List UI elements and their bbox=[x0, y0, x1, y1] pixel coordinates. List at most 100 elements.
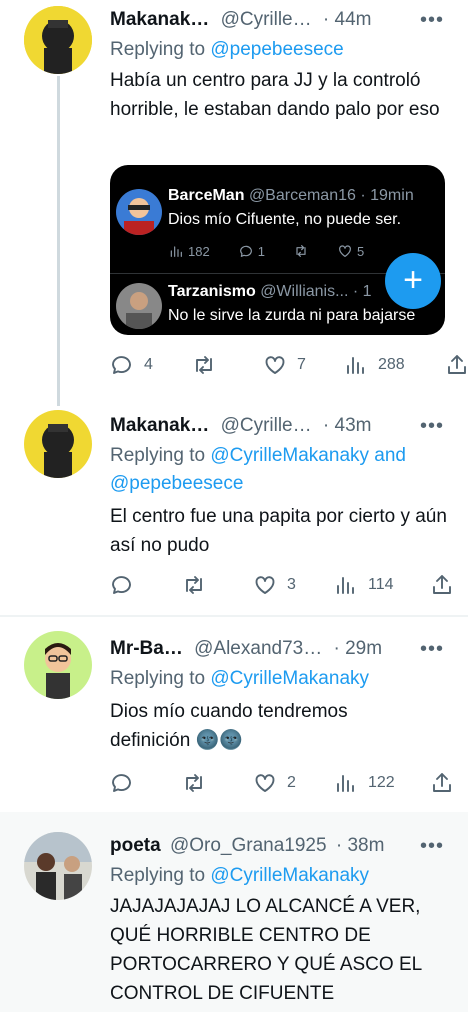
mention-link[interactable]: @CyrilleMakanaky bbox=[210, 668, 369, 689]
avatar-image bbox=[24, 832, 92, 900]
author-handle[interactable]: @Cyrille… bbox=[221, 9, 312, 30]
quoted-text: No le sirve la zurda ni para bajarse bbox=[168, 307, 416, 324]
emoji: 🌚🌚 bbox=[195, 730, 243, 751]
more-options-icon[interactable]: ••• bbox=[420, 10, 444, 30]
more-options-icon[interactable]: ••• bbox=[420, 639, 444, 659]
quoted-tweets-image[interactable]: BarceMan @Barceman16 · 19min Dios mío Ci… bbox=[110, 165, 445, 335]
like-icon bbox=[339, 245, 351, 257]
avatar-image bbox=[24, 6, 92, 74]
author-handle[interactable]: @Cyrille… bbox=[221, 415, 312, 436]
views-icon bbox=[337, 775, 354, 792]
views-count: 122 bbox=[368, 774, 395, 791]
author-name[interactable]: Makanak… bbox=[110, 415, 209, 436]
like-count: 7 bbox=[297, 356, 306, 373]
quoted-avatar-tarzanismo bbox=[116, 283, 162, 329]
reply-button[interactable] bbox=[110, 573, 134, 597]
views-button[interactable]: 114 bbox=[334, 573, 394, 597]
views-button[interactable]: 122 bbox=[334, 771, 395, 795]
author-name[interactable]: Makanak… bbox=[110, 9, 209, 30]
quoted-text: Dios mío Cifuente, no puede ser. bbox=[168, 211, 402, 228]
share-button[interactable] bbox=[445, 353, 468, 377]
views-count: 288 bbox=[378, 356, 405, 373]
quoted-name: Tarzanismo bbox=[168, 283, 256, 300]
replying-to: Replying to @pepebeesece bbox=[110, 36, 450, 64]
tweet-text: El centro fue una papita por cierto y aú… bbox=[110, 506, 447, 556]
compose-button[interactable]: + bbox=[385, 253, 441, 309]
tweet-4[interactable]: poeta @Oro_Grana1925 · 38m ••• Replying … bbox=[0, 812, 468, 1012]
reply-count: 4 bbox=[144, 356, 153, 373]
quoted-avatar-barceman bbox=[116, 189, 162, 235]
like-icon bbox=[255, 774, 275, 792]
quoted-handle: @Willianis... bbox=[260, 283, 349, 300]
like-icon bbox=[265, 356, 285, 374]
avatar-image bbox=[24, 631, 92, 699]
like-button[interactable]: 3 bbox=[253, 573, 296, 597]
replying-prefix: Replying to bbox=[110, 445, 206, 466]
more-options-icon[interactable]: ••• bbox=[420, 416, 444, 436]
replying-joiner: and bbox=[374, 445, 406, 466]
timestamp[interactable]: · 29m bbox=[334, 638, 383, 659]
tweet-actions: 3 114 bbox=[110, 573, 460, 601]
avatar-makanaky[interactable] bbox=[24, 410, 92, 478]
retweet-icon bbox=[186, 576, 202, 594]
replying-to: Replying to @CyrilleMakanaky and @pepebe… bbox=[110, 442, 450, 498]
author-handle[interactable]: @Oro_Grana1925 bbox=[170, 835, 327, 856]
reply-icon bbox=[112, 774, 131, 792]
views-button[interactable]: 288 bbox=[344, 353, 405, 377]
like-icon bbox=[255, 576, 275, 594]
reply-button[interactable]: 4 bbox=[110, 353, 153, 377]
quoted-time: · 1 bbox=[352, 283, 372, 300]
tweet-3[interactable]: Mr-Ba… @Alexand73… · 29m ••• Replying to… bbox=[0, 617, 468, 812]
retweet-button[interactable] bbox=[192, 353, 216, 377]
tweet-1[interactable]: Makanak… @Cyrille… · 44m ••• Replying to… bbox=[0, 0, 468, 400]
quoted-name: BarceMan bbox=[168, 187, 245, 204]
reply-icon bbox=[112, 356, 131, 374]
mention-link[interactable]: @pepebeesece bbox=[110, 473, 243, 494]
author-name[interactable]: Mr-Ba… bbox=[110, 638, 183, 659]
replying-prefix: Replying to bbox=[110, 39, 206, 60]
replying-prefix: Replying to bbox=[110, 668, 206, 689]
tweet-actions: 2 122 bbox=[110, 771, 460, 799]
avatar-poeta[interactable] bbox=[24, 832, 92, 900]
tweet-text: Había un centro para JJ y la controló ho… bbox=[110, 70, 440, 120]
mention-link[interactable]: @CyrilleMakanaky bbox=[210, 445, 369, 466]
mention-link[interactable]: @pepebeesece bbox=[210, 39, 343, 60]
views-icon bbox=[347, 357, 364, 374]
share-button[interactable] bbox=[430, 771, 454, 795]
replying-to: Replying to @CyrilleMakanaky bbox=[110, 665, 450, 693]
author-name[interactable]: poeta bbox=[110, 835, 161, 856]
author-handle[interactable]: @Alexand73… bbox=[194, 638, 322, 659]
share-icon bbox=[448, 355, 466, 374]
like-count: 2 bbox=[287, 774, 296, 791]
replying-prefix: Replying to bbox=[110, 865, 206, 886]
retweet-button[interactable] bbox=[182, 573, 206, 597]
views-count: 114 bbox=[368, 576, 394, 593]
mention-link[interactable]: @CyrilleMakanaky bbox=[210, 865, 369, 886]
timestamp[interactable]: · 44m bbox=[323, 9, 372, 30]
retweet-button[interactable] bbox=[182, 771, 206, 795]
like-button[interactable]: 2 bbox=[253, 771, 296, 795]
share-icon bbox=[433, 575, 451, 594]
timestamp[interactable]: · 38m bbox=[336, 835, 385, 856]
tweet-actions: 4 7 288 bbox=[110, 353, 466, 381]
reply-icon bbox=[112, 576, 131, 594]
reply-button[interactable] bbox=[110, 771, 134, 795]
avatar-image bbox=[24, 410, 92, 478]
avatar-makanaky[interactable] bbox=[24, 6, 92, 74]
quoted-stats: 182 1 5 bbox=[168, 243, 364, 259]
tweet-text: Dios mío cuando tendremos definición 🌚🌚 bbox=[110, 697, 410, 755]
replying-to: Replying to @CyrilleMakanaky bbox=[110, 862, 450, 890]
like-count: 3 bbox=[287, 576, 296, 593]
retweet-icon bbox=[296, 245, 306, 257]
share-icon bbox=[433, 773, 451, 792]
share-button[interactable] bbox=[430, 573, 454, 597]
quoted-handle: @Barceman16 bbox=[248, 187, 356, 204]
tweet-text: JAJAJAJAJAJ LO ALCANCÉ A VER, QUÉ HORRIB… bbox=[110, 896, 422, 1004]
like-button[interactable]: 7 bbox=[263, 353, 306, 377]
avatar-mr-ba[interactable] bbox=[24, 631, 92, 699]
tweet-2[interactable]: Makanak… @Cyrille… · 43m ••• Replying to… bbox=[0, 400, 468, 610]
retweet-icon bbox=[186, 774, 202, 792]
retweet-icon bbox=[196, 356, 212, 374]
more-options-icon[interactable]: ••• bbox=[420, 836, 444, 856]
timestamp[interactable]: · 43m bbox=[323, 415, 372, 436]
